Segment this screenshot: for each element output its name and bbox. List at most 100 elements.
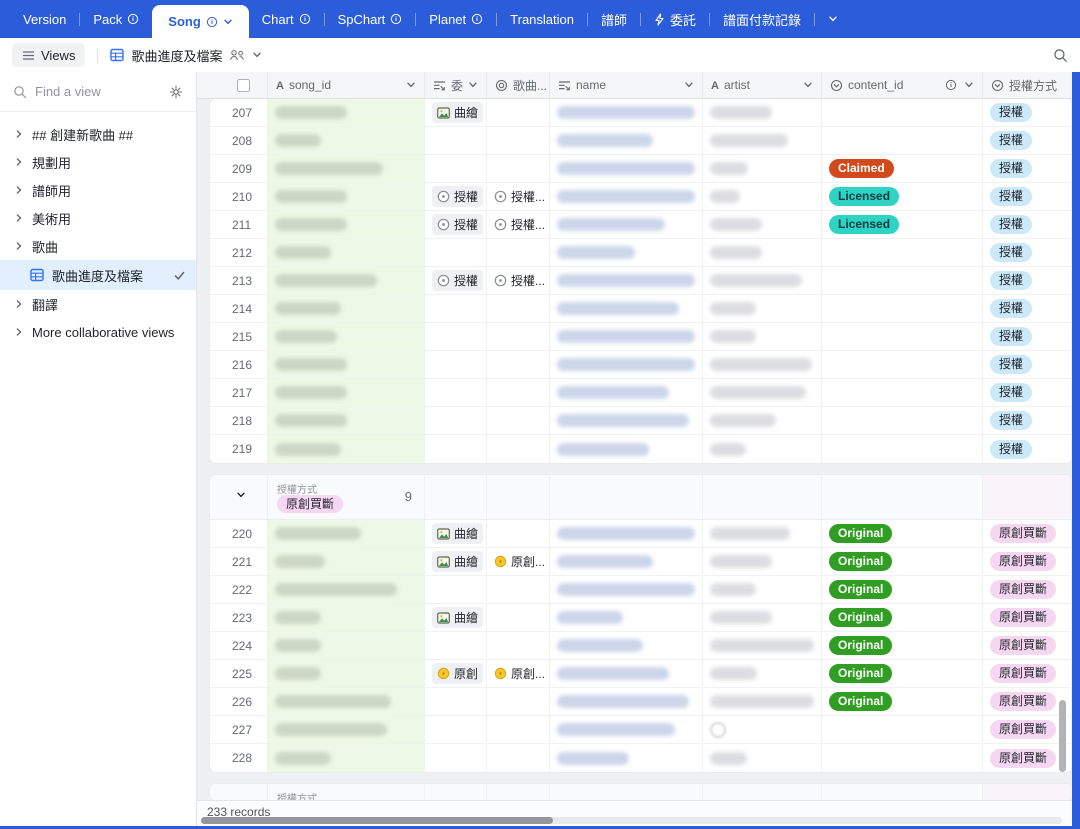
cell-commission[interactable]: 曲繪 — [425, 604, 487, 631]
cell-song-link[interactable] — [487, 632, 550, 659]
cell-content-id[interactable] — [822, 239, 983, 266]
cell-song-link[interactable]: 原創... — [487, 548, 550, 575]
table-row[interactable]: 213 授權 授權... 授權 — [210, 267, 1072, 295]
linked-record-chip[interactable]: 曲繪 — [432, 102, 484, 123]
cell-song-id[interactable] — [268, 548, 425, 575]
cell-name[interactable] — [550, 407, 703, 434]
cell-commission[interactable] — [425, 435, 487, 463]
gear-icon[interactable] — [169, 85, 183, 99]
cell-commission[interactable]: 原創 — [425, 660, 487, 687]
cell-license-type[interactable]: 授權 — [983, 379, 1072, 406]
cell-song-id[interactable] — [268, 744, 425, 772]
cell-license-type[interactable]: 授權 — [983, 323, 1072, 350]
cell-artist[interactable] — [703, 520, 822, 547]
tab-overflow-caret[interactable] — [815, 0, 851, 38]
cell-license-type[interactable]: 授權 — [983, 435, 1072, 463]
cell-song-link[interactable] — [487, 716, 550, 743]
cell-artist[interactable] — [703, 127, 822, 154]
cell-artist[interactable] — [703, 548, 822, 575]
cell-song-id[interactable] — [268, 239, 425, 266]
cell-license-type[interactable]: 原創買斷 — [983, 520, 1072, 547]
table-row[interactable]: 215 授權 — [210, 323, 1072, 351]
view-caret-icon[interactable] — [252, 50, 262, 60]
cell-name[interactable] — [550, 379, 703, 406]
table-row[interactable]: 221 曲繪 原創... Original 原創買斷 — [210, 548, 1072, 576]
cell-commission[interactable]: 授權 — [425, 183, 487, 210]
cell-name[interactable] — [550, 744, 703, 772]
sidebar-item-譜師用[interactable]: 譜師用 — [0, 176, 196, 204]
cell-name[interactable] — [550, 520, 703, 547]
cell-song-link[interactable] — [487, 604, 550, 631]
cell-license-type[interactable]: 授權 — [983, 407, 1072, 434]
chevron-down-icon[interactable] — [803, 80, 813, 90]
sidebar-item-歌曲進度及檔案[interactable]: 歌曲進度及檔案 — [0, 260, 196, 290]
cell-song-id[interactable] — [268, 183, 425, 210]
table-row[interactable]: 208 授權 — [210, 127, 1072, 155]
cell-content-id[interactable] — [822, 295, 983, 322]
cell-song-id[interactable] — [268, 576, 425, 603]
cell-song-id[interactable] — [268, 435, 425, 463]
cell-artist[interactable] — [703, 688, 822, 715]
cell-name[interactable] — [550, 435, 703, 463]
cell-license-type[interactable]: 授權 — [983, 267, 1072, 294]
cell-song-link[interactable] — [487, 127, 550, 154]
cell-song-link[interactable]: 原創... — [487, 660, 550, 687]
cell-artist[interactable] — [703, 716, 822, 743]
cell-license-type[interactable]: 原創買斷 — [983, 632, 1072, 659]
tab-Planet[interactable]: Planet — [416, 0, 496, 38]
cell-song-id[interactable] — [268, 632, 425, 659]
cell-artist[interactable] — [703, 604, 822, 631]
cell-name[interactable] — [550, 604, 703, 631]
cell-song-id[interactable] — [268, 155, 425, 182]
cell-commission[interactable] — [425, 576, 487, 603]
cell-name[interactable] — [550, 716, 703, 743]
cell-song-id[interactable] — [268, 295, 425, 322]
vertical-scrollbar[interactable] — [1059, 700, 1066, 772]
table-row[interactable]: 210 授權 授權... Licensed 授權 — [210, 183, 1072, 211]
cell-commission[interactable] — [425, 127, 487, 154]
cell-artist[interactable] — [703, 183, 822, 210]
cell-name[interactable] — [550, 155, 703, 182]
linked-record-chip[interactable]: 曲繪 — [432, 523, 484, 544]
cell-song-id[interactable] — [268, 267, 425, 294]
cell-song-link[interactable] — [487, 323, 550, 350]
cell-commission[interactable]: 授權 — [425, 211, 487, 238]
cell-content-id[interactable]: Original — [822, 548, 983, 575]
cell-song-link[interactable] — [487, 99, 550, 126]
cell-content-id[interactable]: Original — [822, 520, 983, 547]
cell-content-id[interactable] — [822, 744, 983, 772]
cell-commission[interactable] — [425, 351, 487, 378]
cell-song-link[interactable] — [487, 520, 550, 547]
table-row[interactable]: 228 原創買斷 — [210, 744, 1072, 772]
group-header-row[interactable]: 授權方式 — [210, 784, 1072, 800]
group-header-row[interactable]: 授權方式 原創買斷 9 — [210, 475, 1072, 520]
cell-content-id[interactable] — [822, 716, 983, 743]
cell-content-id[interactable] — [822, 435, 983, 463]
cell-song-link[interactable] — [487, 379, 550, 406]
cell-song-id[interactable] — [268, 351, 425, 378]
cell-artist[interactable] — [703, 744, 822, 772]
cell-song-link[interactable] — [487, 155, 550, 182]
cell-artist[interactable] — [703, 323, 822, 350]
cell-commission[interactable]: 曲繪 — [425, 99, 487, 126]
cell-license-type[interactable]: 授權 — [983, 239, 1072, 266]
cell-name[interactable] — [550, 548, 703, 575]
cell-commission[interactable] — [425, 295, 487, 322]
cell-name[interactable] — [550, 211, 703, 238]
find-view-search[interactable]: Find a view — [0, 72, 196, 112]
table-row[interactable]: 225 原創 原創... Original 原創買斷 — [210, 660, 1072, 688]
cell-name[interactable] — [550, 660, 703, 687]
cell-commission[interactable] — [425, 407, 487, 434]
chevron-down-icon[interactable] — [406, 80, 416, 90]
cell-artist[interactable] — [703, 239, 822, 266]
cell-license-type[interactable]: 原創買斷 — [983, 604, 1072, 631]
cell-name[interactable] — [550, 323, 703, 350]
cell-name[interactable] — [550, 632, 703, 659]
cell-artist[interactable] — [703, 407, 822, 434]
cell-commission[interactable]: 曲繪 — [425, 548, 487, 575]
table-row[interactable]: 220 曲繪 Original 原創買斷 — [210, 520, 1072, 548]
column-header-委[interactable]: 委 — [425, 72, 487, 98]
chevron-down-icon[interactable] — [964, 80, 974, 90]
cell-song-id[interactable] — [268, 716, 425, 743]
cell-name[interactable] — [550, 267, 703, 294]
